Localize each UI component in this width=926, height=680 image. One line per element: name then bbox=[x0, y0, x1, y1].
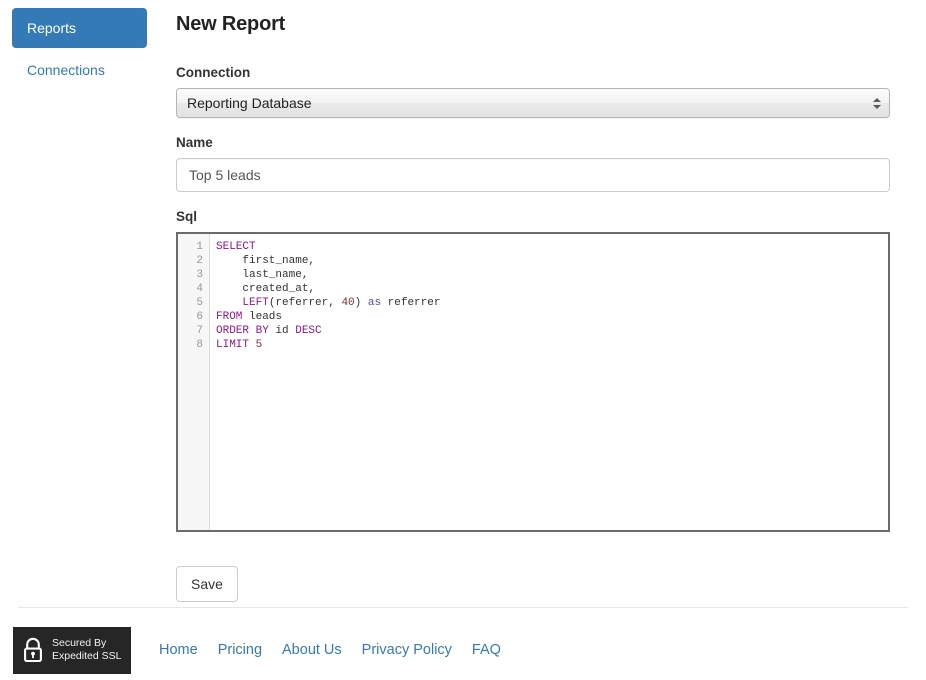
sql-token: leads bbox=[242, 311, 283, 323]
sql-code-line: ORDER BY id DESC bbox=[216, 324, 888, 338]
name-form-group: Name bbox=[176, 134, 890, 192]
footer-divider bbox=[18, 607, 908, 608]
footer-link-pricing[interactable]: Pricing bbox=[218, 640, 262, 660]
sql-token: id bbox=[268, 325, 296, 337]
sidebar-nav-list: Reports Connections bbox=[0, 8, 176, 90]
sql-token: LEFT bbox=[242, 297, 269, 309]
gutter-line-number: 7 bbox=[196, 325, 203, 337]
connection-select-wrap: Reporting Database bbox=[176, 88, 890, 118]
gutter-line-number: 3 bbox=[196, 269, 203, 281]
sql-code-line: created_at, bbox=[216, 282, 888, 296]
footer-links: Home Pricing About Us Privacy Policy FAQ bbox=[159, 640, 501, 660]
footer-link-privacy-policy[interactable]: Privacy Policy bbox=[362, 640, 452, 660]
sql-token: 40 bbox=[341, 297, 355, 309]
ssl-badge[interactable]: Secured By Expedited SSL bbox=[13, 626, 131, 674]
sql-code-line: first_name, bbox=[216, 254, 888, 268]
sql-code-line: last_name, bbox=[216, 268, 888, 282]
connection-select[interactable]: Reporting Database bbox=[176, 88, 890, 118]
sql-code-line: LEFT(referrer, 40) as referrer bbox=[216, 296, 888, 310]
footer-link-faq[interactable]: FAQ bbox=[472, 640, 501, 660]
gutter-line-number: 4 bbox=[196, 283, 203, 295]
page-title: New Report bbox=[176, 13, 286, 35]
sql-token: referrer bbox=[381, 297, 441, 309]
sql-code-line: LIMIT 5 bbox=[216, 338, 888, 352]
sql-editor[interactable]: 1 2 3 4 5 6 7 8 SELECT first_name, last_name, c… bbox=[176, 232, 890, 532]
gutter-line-number: 1 bbox=[196, 241, 203, 253]
sql-token: DESC bbox=[295, 325, 322, 337]
ssl-badge-line1: Secured By bbox=[52, 637, 107, 649]
ssl-badge-line2: Expedited SSL bbox=[52, 650, 122, 662]
sql-token: ORDER BY bbox=[216, 325, 269, 337]
app-root: Reports Connections New Report Connectio… bbox=[0, 0, 926, 680]
gutter-line-number: 6 bbox=[196, 311, 203, 323]
name-input[interactable] bbox=[176, 158, 890, 192]
sql-editor-gutter: 1 2 3 4 5 6 7 8 bbox=[178, 234, 210, 530]
connection-label: Connection bbox=[176, 65, 251, 80]
sidebar-item-reports[interactable]: Reports bbox=[12, 8, 147, 48]
sql-token: created_at, bbox=[242, 283, 316, 295]
sidebar: Reports Connections bbox=[0, 0, 176, 92]
sql-token: ) bbox=[354, 297, 368, 309]
sql-editor-code-area[interactable]: SELECT first_name, last_name, created_at… bbox=[210, 234, 888, 530]
sql-token: FROM bbox=[216, 311, 243, 323]
footer-link-about-us[interactable]: About Us bbox=[282, 640, 342, 660]
connection-form-group: Connection Reporting Database bbox=[176, 64, 890, 118]
ssl-badge-text: Secured By Expedited SSL bbox=[52, 637, 121, 663]
sql-token: as bbox=[367, 297, 382, 309]
sql-token: first_name, bbox=[242, 255, 316, 267]
sql-label: Sql bbox=[176, 209, 198, 224]
footer: Secured By Expedited SSL Home Pricing Ab… bbox=[0, 620, 926, 680]
sidebar-link-connections[interactable]: Connections bbox=[12, 50, 147, 90]
gutter-line-number: 8 bbox=[196, 339, 203, 351]
sql-token: LIMIT bbox=[216, 339, 250, 351]
sql-code-line: FROM leads bbox=[216, 310, 888, 324]
sql-token: last_name, bbox=[242, 269, 309, 281]
padlock-icon bbox=[22, 637, 44, 663]
sidebar-item-connections[interactable]: Connections bbox=[12, 50, 147, 90]
sidebar-link-reports[interactable]: Reports bbox=[12, 8, 147, 48]
name-label: Name bbox=[176, 135, 213, 150]
sql-code-line: SELECT bbox=[216, 240, 888, 254]
sql-form-group: Sql 1 2 3 4 5 6 7 8 SELECT first_name, last_nam… bbox=[176, 208, 890, 532]
save-button[interactable]: Save bbox=[176, 566, 238, 602]
footer-link-home[interactable]: Home bbox=[159, 640, 198, 660]
content-row: Reports Connections New Report Connectio… bbox=[0, 0, 926, 602]
gutter-line-number: 2 bbox=[196, 255, 203, 267]
sql-token: SELECT bbox=[216, 241, 256, 253]
sql-token: 5 bbox=[255, 339, 263, 351]
gutter-line-number: 5 bbox=[196, 297, 203, 309]
main-content: New Report Connection Reporting Database… bbox=[176, 0, 926, 602]
sql-token: (referrer, bbox=[268, 297, 342, 309]
